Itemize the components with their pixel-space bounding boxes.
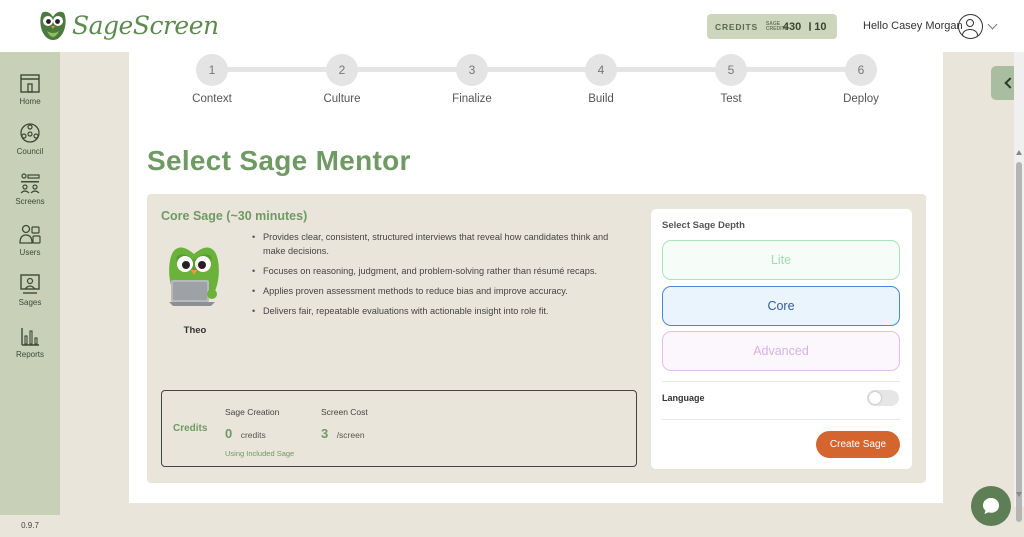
step-number: 6 bbox=[845, 54, 877, 86]
sidebar-label: Reports bbox=[15, 350, 44, 359]
sage-credits-count: 430 bbox=[782, 20, 802, 33]
brand-name: SageScreen bbox=[72, 10, 219, 40]
credits-summary[interactable]: CREDITS SAGE CREDITS 430 10 bbox=[707, 14, 837, 39]
page-title: Select Sage Mentor bbox=[147, 145, 411, 176]
sage-credits-mini-label: SAGE CREDITS bbox=[765, 20, 788, 32]
sidebar-item-reports[interactable]: Reports bbox=[0, 325, 60, 375]
sidebar-label: Sages bbox=[18, 298, 42, 307]
sage-creation-unit: credits bbox=[240, 430, 266, 440]
main-content: 1 Context 2 Culture 3 Finalize 4 Build 5… bbox=[129, 52, 943, 503]
chevron-down-icon[interactable] bbox=[987, 19, 998, 30]
language-label: Language bbox=[662, 393, 705, 403]
sage-creation-header: Sage Creation bbox=[225, 407, 280, 417]
chat-button[interactable] bbox=[971, 486, 1011, 526]
list-item: Delivers fair, repeatable evaluations wi… bbox=[251, 304, 623, 318]
sage-creation-note: Using Included Sage bbox=[225, 449, 295, 458]
step-build[interactable]: 4 Build bbox=[561, 54, 641, 105]
step-label: Finalize bbox=[452, 93, 492, 105]
credits-label: CREDITS bbox=[715, 21, 758, 32]
depth-option-core[interactable]: Core bbox=[662, 286, 900, 326]
brand-logo[interactable]: SageScreen bbox=[38, 9, 219, 41]
screen-cost-unit: /screen bbox=[336, 430, 365, 440]
depth-option-lite[interactable]: Lite bbox=[662, 240, 900, 280]
user-greeting: Hello Casey Morgan bbox=[863, 20, 963, 32]
step-number: 5 bbox=[715, 54, 747, 86]
council-icon bbox=[20, 123, 40, 143]
owl-logo-icon bbox=[40, 11, 66, 40]
step-number: 1 bbox=[196, 54, 228, 86]
home-icon bbox=[20, 74, 40, 93]
step-label: Deploy bbox=[843, 93, 879, 105]
sidebar-item-screens[interactable]: Screens bbox=[0, 172, 60, 222]
sage-feature-list: Provides clear, consistent, structured i… bbox=[251, 230, 623, 324]
sidebar-item-users[interactable]: Users bbox=[0, 223, 60, 273]
step-label: Build bbox=[588, 93, 614, 105]
screen-cost: Screen Cost 3 /screen bbox=[321, 407, 368, 443]
sages-icon bbox=[20, 274, 40, 294]
step-test[interactable]: 5 Test bbox=[691, 54, 771, 105]
sage-panel: Core Sage (~30 minutes) Theo Provides cl… bbox=[147, 194, 926, 483]
step-number: 2 bbox=[326, 54, 358, 86]
mentor-name: Theo bbox=[183, 325, 207, 336]
scroll-up-icon[interactable] bbox=[1016, 150, 1022, 155]
page-scrollbar[interactable] bbox=[1014, 52, 1024, 522]
reports-icon bbox=[21, 328, 39, 346]
divider bbox=[662, 419, 900, 420]
user-avatar-icon[interactable] bbox=[958, 14, 983, 39]
list-item: Applies proven assessment methods to red… bbox=[251, 284, 623, 298]
sage-depth-card: Select Sage Depth Lite Core Advanced Lan… bbox=[651, 209, 912, 469]
list-item: Focuses on reasoning, judgment, and prob… bbox=[251, 264, 623, 278]
scroll-down-icon[interactable] bbox=[1016, 492, 1022, 497]
scroll-thumb[interactable] bbox=[1016, 162, 1022, 522]
step-finalize[interactable]: 3 Finalize bbox=[432, 54, 512, 105]
sage-creation-value: 0 bbox=[225, 426, 233, 441]
screens-icon bbox=[20, 173, 40, 194]
create-sage-button[interactable]: Create Sage bbox=[816, 431, 900, 458]
divider bbox=[662, 381, 900, 382]
chat-bubble-icon bbox=[983, 498, 999, 514]
step-culture[interactable]: 2 Culture bbox=[302, 54, 382, 105]
step-label: Test bbox=[720, 93, 742, 105]
screen-credits-count: 10 bbox=[814, 20, 827, 33]
step-label: Context bbox=[192, 93, 232, 105]
sage-creation-cost: Sage Creation 0 credits Using Included S… bbox=[225, 407, 294, 458]
credits-section-label: Credits bbox=[173, 423, 208, 434]
sidebar-item-council[interactable]: Council bbox=[0, 122, 60, 172]
screen-icon bbox=[809, 22, 812, 31]
sidebar-item-home[interactable]: Home bbox=[0, 72, 60, 122]
screen-cost-value: 3 bbox=[321, 426, 329, 441]
top-header: SageScreen CREDITS SAGE CREDITS 430 10 H… bbox=[0, 0, 1024, 52]
users-icon bbox=[19, 224, 41, 244]
app-version: 0.9.7 bbox=[0, 515, 60, 537]
step-number: 3 bbox=[456, 54, 488, 86]
step-number: 4 bbox=[585, 54, 617, 86]
sage-title: Core Sage (~30 minutes) bbox=[161, 209, 308, 223]
sidebar-label: Home bbox=[19, 97, 41, 106]
step-context[interactable]: 1 Context bbox=[172, 54, 252, 105]
step-label: Culture bbox=[323, 93, 361, 105]
list-item: Provides clear, consistent, structured i… bbox=[251, 230, 623, 258]
screen-cost-header: Screen Cost bbox=[321, 407, 368, 417]
sidebar-label: Council bbox=[16, 147, 44, 156]
sidebar: Home Council Screens Users Sages Reports bbox=[0, 52, 60, 537]
language-toggle[interactable] bbox=[867, 390, 899, 406]
wizard-stepper: 1 Context 2 Culture 3 Finalize 4 Build 5… bbox=[129, 52, 943, 112]
sidebar-label: Screens bbox=[15, 197, 45, 206]
sidebar-label: Users bbox=[19, 248, 41, 257]
credits-breakdown: Credits Sage Creation 0 credits Using In… bbox=[161, 390, 637, 467]
depth-title: Select Sage Depth bbox=[662, 220, 745, 231]
owl-mentor-icon bbox=[169, 247, 219, 306]
step-deploy[interactable]: 6 Deploy bbox=[821, 54, 901, 105]
depth-option-advanced[interactable]: Advanced bbox=[662, 331, 900, 371]
sidebar-item-sages[interactable]: Sages bbox=[0, 273, 60, 323]
